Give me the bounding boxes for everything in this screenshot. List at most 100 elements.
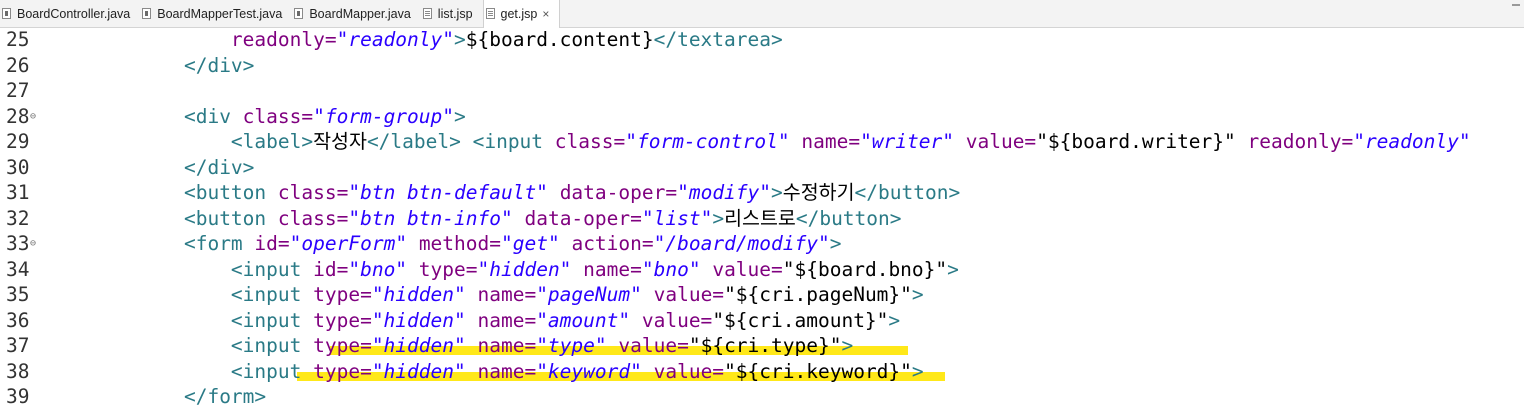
code-token: > xyxy=(911,283,924,306)
code-token: name= xyxy=(801,130,861,153)
code-line-27: 27 xyxy=(0,78,1524,104)
code-token: "btn btn-default" xyxy=(348,181,548,204)
code-token: value= xyxy=(641,308,713,332)
tab-boardmapper-java[interactable]: BoardMapper.java xyxy=(292,0,420,27)
code-token: "hidden" xyxy=(371,359,466,383)
code-token: action= xyxy=(571,232,654,255)
code-token: > xyxy=(771,181,783,204)
code-line-34: 34 <input id="bno" type="hidden" name="b… xyxy=(0,257,1524,283)
code-token: <input xyxy=(230,257,314,281)
code-token: name= xyxy=(477,359,537,383)
line-number: 28 xyxy=(6,104,30,128)
code-token: "readonly" xyxy=(336,28,454,51)
tab-get-jsp[interactable]: get.jsp × xyxy=(482,0,561,28)
code-token: "pageNum" xyxy=(536,283,642,306)
code-token: "operForm" xyxy=(289,232,408,255)
fold-toggle-icon[interactable]: ⊖ xyxy=(30,231,36,257)
tab-label: BoardMapperTest.java xyxy=(157,6,283,21)
code-token: "list" xyxy=(641,206,713,230)
close-tab-icon[interactable]: × xyxy=(542,7,549,21)
line-number: 37 xyxy=(6,334,30,357)
code-token: value= xyxy=(618,334,689,357)
code-token: "/board/modify" xyxy=(653,232,830,255)
code-token: > xyxy=(888,308,901,332)
minimize-icon[interactable] xyxy=(1512,4,1520,6)
code-token: </textarea> xyxy=(653,28,783,51)
tab-boardmappertest-java[interactable]: BoardMapperTest.java xyxy=(140,0,292,27)
code-line-26: 26 </div> xyxy=(0,53,1524,79)
line-number: 25 xyxy=(6,28,30,51)
code-token: </form> xyxy=(183,385,267,408)
code-line-29: 29 <label>작성자</label> <input class="form… xyxy=(0,129,1524,155)
code-token: 리스트로 xyxy=(724,206,796,230)
code-token: ${board.content} xyxy=(465,28,654,51)
code-line-35: 35 <input type="hidden" name="pageNum" v… xyxy=(0,282,1524,308)
code-token: class= xyxy=(277,206,349,230)
tab-boardcontroller-java[interactable]: BoardController.java xyxy=(0,0,140,27)
java-file-icon xyxy=(294,8,304,19)
code-token: type= xyxy=(313,308,372,332)
code-line-31: 31 <button class="btn btn-default" data-… xyxy=(0,180,1524,206)
code-token: </label> <input xyxy=(366,130,555,153)
code-token: "${cri.type}" xyxy=(688,334,842,357)
code-text: <div class="form-group"> xyxy=(137,104,466,130)
code-token: <label> xyxy=(230,130,314,153)
line-number: 33 xyxy=(6,232,30,255)
fold-toggle-icon[interactable]: ⊖ xyxy=(30,104,36,130)
code-token: "btn btn-info" xyxy=(348,206,513,230)
code-token: <input xyxy=(230,308,314,332)
code-text: <label>작성자</label> <input class="form-co… xyxy=(137,129,1471,155)
code-line-32: 32 <button class="btn btn-info" data-ope… xyxy=(0,206,1524,232)
code-line-37: 37 <input type="hidden" name="type" valu… xyxy=(0,333,1524,359)
code-token: value= xyxy=(712,257,783,281)
editor-tab-bar: BoardController.java BoardMapperTest.java… xyxy=(0,0,1524,28)
code-token: "modify" xyxy=(677,181,772,204)
code-token: <button xyxy=(183,206,278,230)
code-line-25: 25 readonly="readonly">${board.content}<… xyxy=(0,27,1524,53)
code-token: "hidden" xyxy=(371,283,466,306)
code-token: value= xyxy=(653,359,725,383)
line-number: 38 xyxy=(6,359,30,383)
code-token: type= xyxy=(313,334,372,357)
code-text: <form id="operForm" method="get" action=… xyxy=(137,231,842,257)
code-token: </button> xyxy=(795,206,902,230)
code-token: type= xyxy=(418,257,478,281)
code-line-39: 39 </form> xyxy=(0,384,1524,410)
code-token: > xyxy=(841,334,854,357)
line-number: 31 xyxy=(6,181,30,204)
tab-label: BoardController.java xyxy=(17,6,131,21)
code-line-36: 36 <input type="hidden" name="amount" va… xyxy=(0,308,1524,334)
code-editor[interactable]: 25 readonly="readonly">${board.content}<… xyxy=(0,27,1524,414)
tab-label: get.jsp xyxy=(500,6,538,21)
code-token: method= xyxy=(418,232,501,255)
code-token: type= xyxy=(313,283,372,306)
code-line-28: 28 ⊖ <div class="form-group"> xyxy=(0,104,1524,130)
code-token: <button xyxy=(183,181,278,204)
tab-label: list.jsp xyxy=(437,6,473,21)
code-text: <button class="btn btn-info" data-oper="… xyxy=(137,206,902,232)
code-token: readonly= xyxy=(230,28,337,51)
tab-list-jsp[interactable]: list.jsp xyxy=(421,0,483,27)
line-number: 32 xyxy=(6,206,30,230)
code-token: value= xyxy=(653,283,725,306)
code-line-30: 30 </div> xyxy=(0,155,1524,181)
code-token: "hidden" xyxy=(371,308,466,332)
code-text: <input type="hidden" name="keyword" valu… xyxy=(137,359,924,385)
line-number: 34 xyxy=(6,257,30,281)
